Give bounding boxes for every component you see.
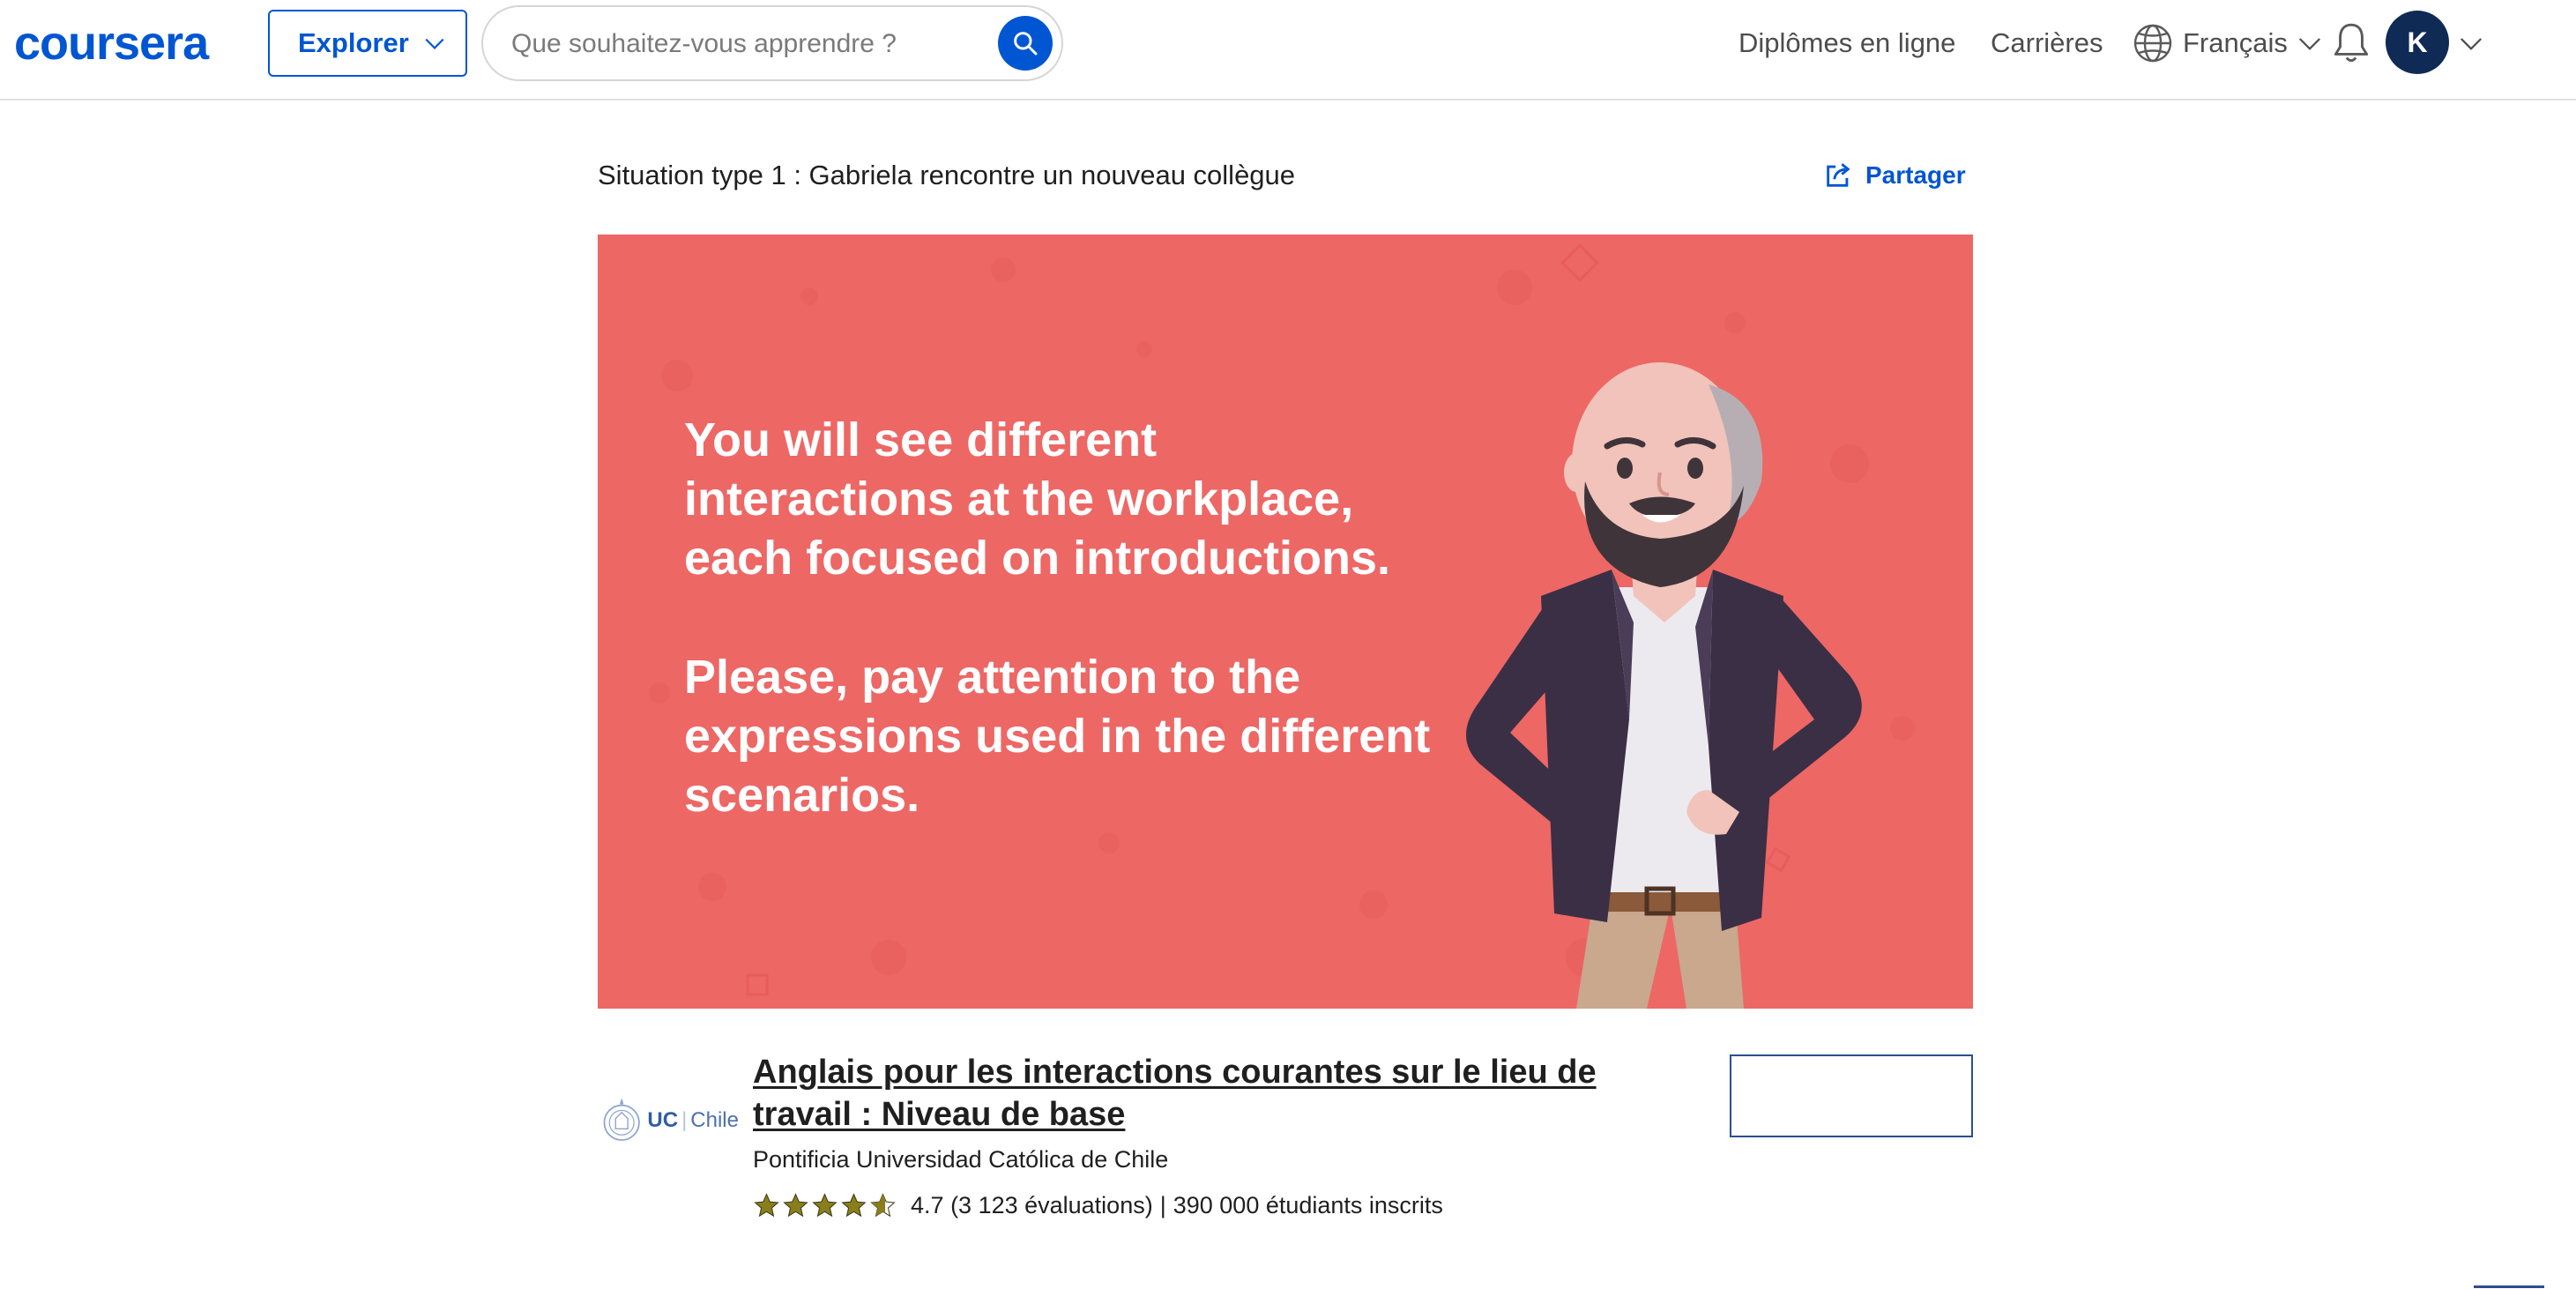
explore-label: Explorer <box>298 27 409 58</box>
share-label: Partager <box>1865 161 1966 189</box>
chevron-down-icon <box>2298 38 2320 50</box>
rating-count: (3 123 évaluations) <box>950 1192 1153 1218</box>
university-logo-text: UC | Chile <box>647 1108 739 1132</box>
enroll-button[interactable] <box>1730 1054 1973 1137</box>
rating-separator: | <box>1159 1192 1166 1218</box>
star-icon <box>812 1192 838 1217</box>
slide-text: You will see different interactions at t… <box>684 411 1478 825</box>
star-icon <box>783 1192 808 1217</box>
search-button[interactable] <box>998 16 1053 71</box>
rating-value: 4.7 <box>911 1192 944 1218</box>
explore-button[interactable]: Explorer <box>268 10 467 77</box>
course-title-link[interactable]: Anglais pour les interactions courantes … <box>753 1051 1687 1136</box>
university-logo[interactable]: UC | Chile <box>601 1088 739 1153</box>
share-button[interactable]: Partager <box>1823 157 1966 194</box>
slide-line: expressions used in the different <box>684 710 1431 763</box>
slide-line: You will see different <box>684 414 1158 466</box>
search-icon <box>1014 32 1038 56</box>
chevron-down-icon[interactable] <box>2456 30 2486 56</box>
slide-line: Please, pay attention to the <box>684 651 1301 704</box>
nav-online-degrees[interactable]: Diplômes en ligne <box>1738 25 1955 62</box>
bell-icon[interactable] <box>2329 19 2373 67</box>
globe-icon <box>2133 24 2172 63</box>
rating-stars <box>753 1192 897 1219</box>
course-provider: Pontificia Universidad Católica de Chile <box>753 1146 1169 1173</box>
uc-logo-sub: Chile <box>690 1108 739 1132</box>
star-icon <box>841 1192 867 1217</box>
chevron-down-icon <box>425 38 444 49</box>
slide-line: each focused on introductions. <box>684 532 1391 585</box>
course-rating: 4.7 (3 123 évaluations) | 390 000 étudiant… <box>753 1187 1443 1224</box>
enrolled-count: 390 000 étudiants inscrits <box>1173 1192 1443 1218</box>
avatar[interactable]: K <box>2386 11 2449 74</box>
video-player[interactable]: You will see different interactions at t… <box>598 235 1973 1009</box>
video-title: Situation type 1 : Gabriela rencontre un… <box>598 160 1296 190</box>
language-selector[interactable]: Français <box>2132 19 2323 67</box>
search-input[interactable] <box>510 7 972 81</box>
nav-careers[interactable]: Carrières <box>1991 25 2103 62</box>
uc-logo-mark: UC <box>647 1108 679 1132</box>
coursera-logo[interactable]: coursera <box>14 12 209 74</box>
language-label: Français <box>2183 27 2288 58</box>
share-icon <box>1827 163 1850 187</box>
character-illustration <box>1466 362 1862 1009</box>
slide-line: scenarios. <box>684 769 920 822</box>
star-icon <box>754 1192 779 1217</box>
university-seal-icon <box>603 1098 640 1141</box>
scroll-indicator <box>2474 1285 2544 1288</box>
slide-line: interactions at the workplace, <box>684 473 1354 525</box>
top-nav-bar: coursera Explorer Diplômes en ligne Carr… <box>0 0 2576 101</box>
search-bar <box>481 5 1063 81</box>
star-half-icon <box>870 1192 896 1217</box>
